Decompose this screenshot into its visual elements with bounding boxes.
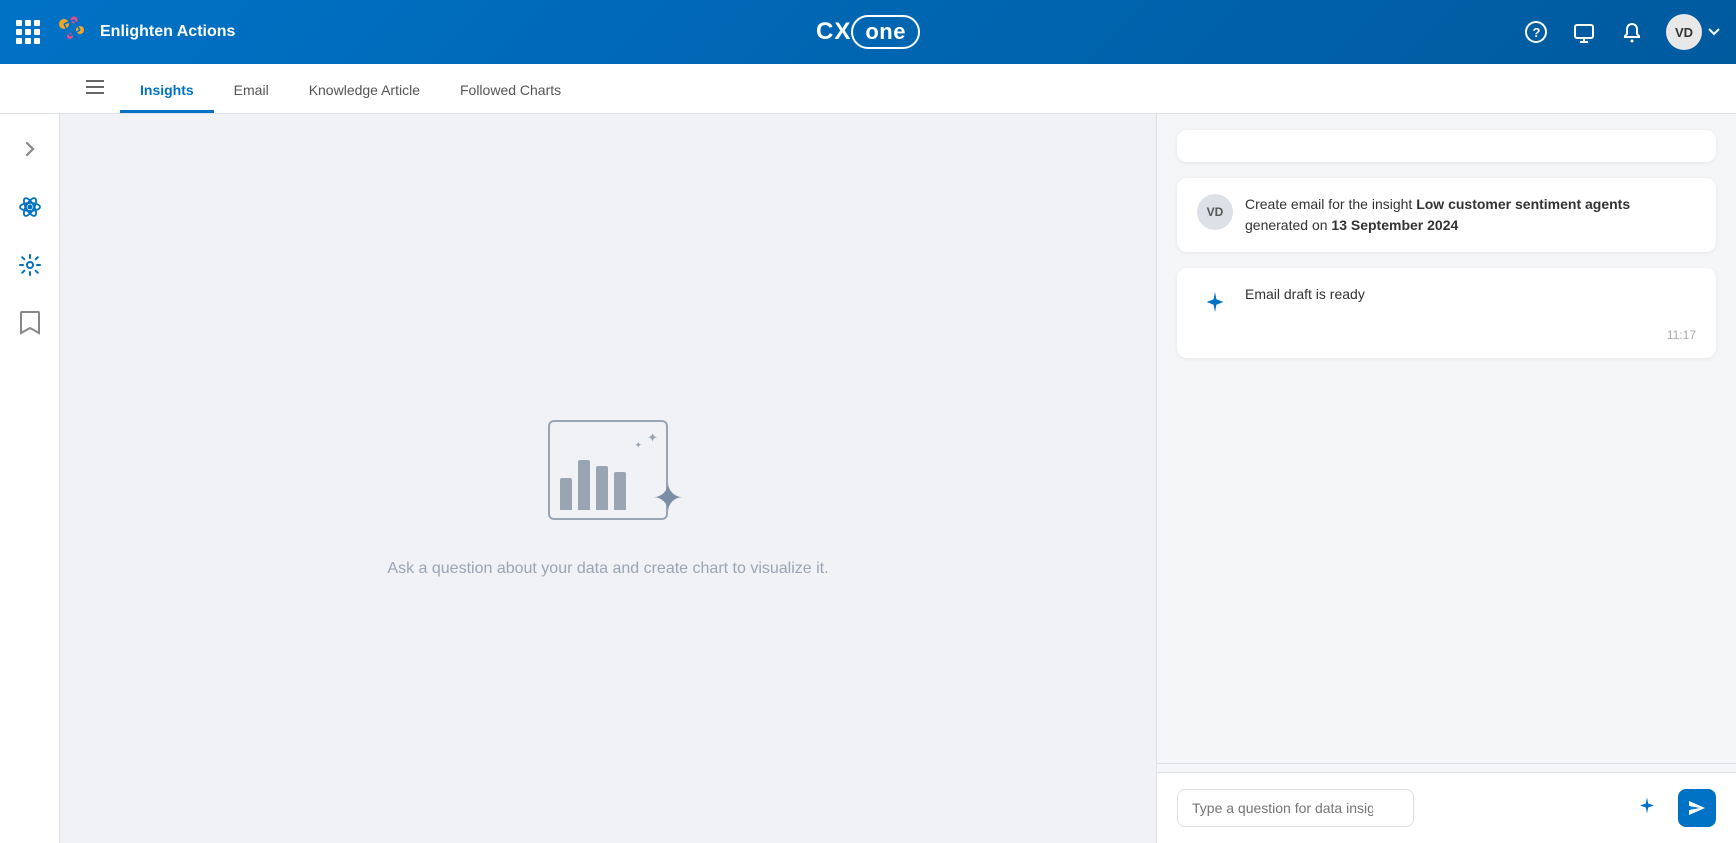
tab-insights[interactable]: Insights: [120, 70, 214, 113]
right-panel: VD Create email for the insight Low cust…: [1156, 114, 1736, 843]
cx-text: CX: [816, 18, 851, 46]
empty-state-text: Ask a question about your data and creat…: [387, 560, 828, 578]
chat-text-suffix: generated on: [1245, 217, 1331, 233]
chat-user-row: VD Create email for the insight Low cust…: [1197, 194, 1696, 236]
chat-input-area: [1157, 772, 1736, 843]
notification-bell-icon[interactable]: [1618, 18, 1646, 46]
sparkle-small-icon: ✦: [647, 430, 658, 446]
tab-followed-charts[interactable]: Followed Charts: [440, 70, 581, 113]
topbar: Enlighten Actions CX one ?: [0, 0, 1736, 64]
tab-email[interactable]: Email: [214, 70, 289, 113]
svg-text:?: ?: [1533, 25, 1541, 40]
user-menu[interactable]: VD: [1666, 14, 1720, 50]
sparkle-tiny-icon: ✦: [634, 440, 642, 451]
chat-divider: [1157, 763, 1736, 764]
input-sparkle-icon: [1638, 797, 1656, 820]
chat-message-ai: Email draft is ready 11:17: [1177, 268, 1716, 358]
tab-knowledge-article[interactable]: Knowledge Article: [289, 70, 440, 113]
empty-illustration: ✦ ✦ ✦: [528, 380, 688, 540]
sidebar: [0, 114, 60, 843]
cxone-logo: CX one: [816, 15, 920, 49]
empty-state: ✦ ✦ ✦ Ask a question about your data and…: [387, 380, 828, 578]
input-wrapper: [1177, 789, 1668, 827]
screen-icon[interactable]: [1570, 18, 1598, 46]
chart-bar-1: [560, 478, 572, 510]
chart-bar-3: [596, 466, 608, 510]
brand-name: Enlighten Actions: [100, 23, 235, 41]
user-avatar[interactable]: VD: [1666, 14, 1702, 50]
chat-user-text: Create email for the insight Low custome…: [1245, 194, 1696, 236]
sparkle-large-icon: ✦: [652, 480, 684, 518]
chat-text-bold: Low customer sentiment agents: [1416, 196, 1630, 212]
one-badge: one: [851, 15, 920, 49]
send-button[interactable]: [1678, 789, 1716, 827]
chat-text-prefix: Create email for the insight: [1245, 196, 1416, 212]
chat-timestamp: 11:17: [1197, 328, 1696, 342]
chat-user-avatar: VD: [1197, 194, 1233, 230]
content-area: ✦ ✦ ✦ Ask a question about your data and…: [60, 114, 1156, 843]
chat-card-previous: [1177, 130, 1716, 162]
ai-response-text: Email draft is ready: [1245, 284, 1365, 305]
chart-bar-2: [578, 460, 590, 510]
chart-bar-4: [614, 472, 626, 510]
brand-logo: Enlighten Actions: [52, 12, 235, 52]
chat-text-date: 13 September 2024: [1331, 217, 1458, 233]
ai-row: Email draft is ready: [1197, 284, 1696, 320]
sidebar-expand-icon[interactable]: [11, 130, 49, 168]
chart-frame: ✦ ✦: [548, 420, 668, 520]
chat-input[interactable]: [1177, 789, 1414, 827]
chat-area: VD Create email for the insight Low cust…: [1157, 114, 1736, 755]
hamburger-menu[interactable]: [70, 66, 120, 113]
enlighten-icon: [52, 12, 92, 52]
settings-icon[interactable]: [11, 246, 49, 284]
grid-menu-icon[interactable]: [16, 20, 40, 44]
bookmark-icon[interactable]: [11, 304, 49, 342]
main-layout: ✦ ✦ ✦ Ask a question about your data and…: [0, 114, 1736, 843]
topbar-right: ? VD: [1522, 14, 1720, 50]
atom-icon[interactable]: [11, 188, 49, 226]
chat-message-user: VD Create email for the insight Low cust…: [1177, 178, 1716, 252]
topbar-left: Enlighten Actions: [16, 12, 235, 52]
tabbar: Insights Email Knowledge Article Followe…: [0, 64, 1736, 114]
help-icon[interactable]: ?: [1522, 18, 1550, 46]
topbar-center: CX one: [816, 15, 920, 49]
chevron-down-icon: [1708, 28, 1720, 36]
ai-sparkle-icon: [1197, 284, 1233, 320]
